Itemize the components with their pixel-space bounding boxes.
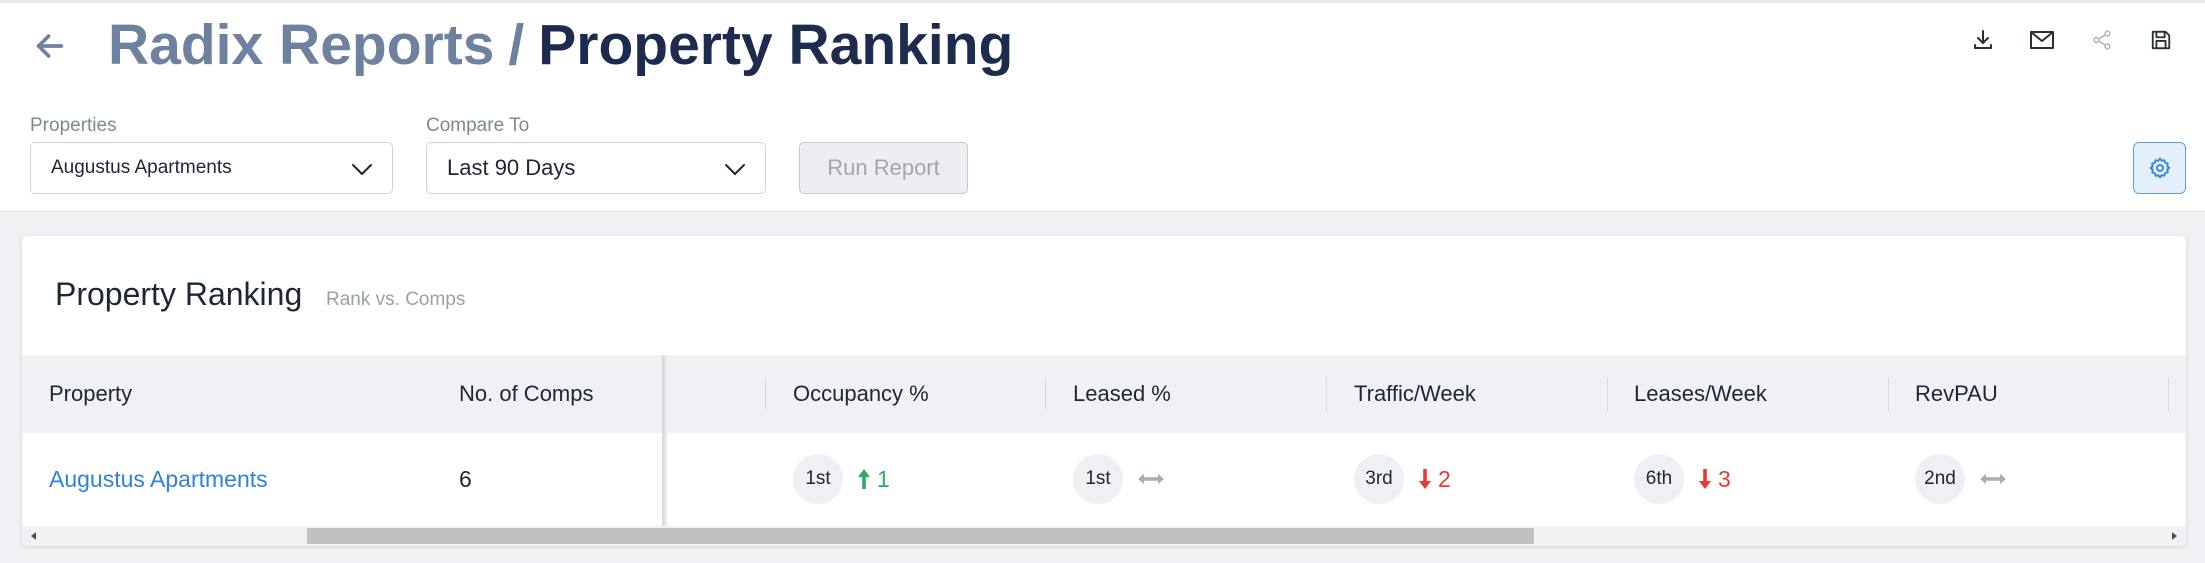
save-icon xyxy=(2151,30,2171,50)
occupancy-rank-cell: 1st 1 xyxy=(793,454,890,504)
share-icon xyxy=(2093,30,2111,50)
column-header-leased[interactable]: Leased % xyxy=(1073,355,1171,433)
rank-change-value: 3 xyxy=(1718,465,1731,492)
save-button[interactable] xyxy=(2141,20,2181,60)
column-header-traffic[interactable]: Traffic/Week xyxy=(1354,355,1476,433)
rank-change: 3 xyxy=(1698,466,1731,493)
download-button[interactable] xyxy=(1963,20,2003,60)
property-ranking-card: Property Ranking Rank vs. Comps Property… xyxy=(22,236,2186,546)
table-header: Property No. of Comps Occupancy % Leased… xyxy=(22,355,2186,433)
breadcrumb-separator: / xyxy=(508,13,525,77)
back-button[interactable] xyxy=(26,22,74,70)
rank-change-value: 2 xyxy=(1438,465,1451,492)
settings-button[interactable] xyxy=(2133,142,2186,194)
arrow-down-icon xyxy=(1419,469,1431,489)
no-change-icon xyxy=(1138,474,1164,484)
chevron-down-icon xyxy=(352,164,372,175)
rank-change xyxy=(1137,472,1171,486)
compare-to-value: Last 90 Days xyxy=(447,155,576,180)
column-divider xyxy=(1607,377,1608,411)
rank-change-value: 1 xyxy=(877,465,890,492)
download-icon xyxy=(1974,30,1992,49)
scroll-right-icon[interactable] xyxy=(2168,530,2180,542)
rank-change: 2 xyxy=(1418,466,1451,493)
table-row: Augustus Apartments 6 1st 1 1st 3rd 2 6t… xyxy=(22,433,2186,526)
column-divider xyxy=(1326,377,1327,411)
column-divider xyxy=(2168,377,2169,411)
column-divider xyxy=(1888,377,1889,411)
gear-icon xyxy=(2149,157,2170,179)
property-link[interactable]: Augustus Apartments xyxy=(49,433,268,526)
share-button[interactable] xyxy=(2082,20,2122,60)
run-report-button[interactable]: Run Report xyxy=(799,142,968,194)
column-header-occupancy[interactable]: Occupancy % xyxy=(793,355,929,433)
properties-select[interactable]: Augustus Apartments xyxy=(30,142,393,194)
card-title: Property Ranking xyxy=(55,276,303,312)
arrow-left-icon xyxy=(36,34,64,58)
rank-badge: 1st xyxy=(793,454,843,504)
column-header-property[interactable]: Property xyxy=(49,355,132,433)
top-bar: Radix Reports / Property Ranking Propertie… xyxy=(0,0,2205,212)
column-header-revpau[interactable]: RevPAU xyxy=(1915,355,1998,433)
breadcrumb-parent[interactable]: Radix Reports xyxy=(108,13,494,77)
column-header-leases[interactable]: Leases/Week xyxy=(1634,355,1767,433)
scrollbar-thumb[interactable] xyxy=(307,528,1534,544)
rank-badge: 6th xyxy=(1634,454,1684,504)
compare-to-label: Compare To xyxy=(426,115,530,136)
chevron-down-icon xyxy=(725,164,745,175)
mail-icon xyxy=(2030,31,2054,49)
revpau-rank-cell: 2nd xyxy=(1915,454,2013,504)
rank-badge: 3rd xyxy=(1354,454,1404,504)
traffic-rank-cell: 3rd 2 xyxy=(1354,454,1451,504)
column-header-comps[interactable]: No. of Comps xyxy=(459,355,594,433)
scroll-left-icon[interactable] xyxy=(28,530,40,542)
horizontal-scrollbar[interactable] xyxy=(22,526,2186,546)
leased-rank-cell: 1st xyxy=(1073,454,1171,504)
card-subtitle: Rank vs. Comps xyxy=(326,289,466,310)
rank-badge: 2nd xyxy=(1915,454,1965,504)
no-change-icon xyxy=(1980,474,2006,484)
page-title: Radix Reports / Property Ranking xyxy=(108,12,1013,78)
rank-badge: 1st xyxy=(1073,454,1123,504)
arrow-up-icon xyxy=(858,469,870,489)
compare-to-select[interactable]: Last 90 Days xyxy=(426,142,766,194)
properties-label: Properties xyxy=(30,115,117,136)
column-divider xyxy=(1045,377,1046,411)
rank-change xyxy=(1979,472,2013,486)
properties-value: Augustus Apartments xyxy=(51,157,232,178)
email-button[interactable] xyxy=(2022,20,2062,60)
comps-count: 6 xyxy=(459,466,472,492)
frozen-column-shadow xyxy=(662,355,667,526)
leases-rank-cell: 6th 3 xyxy=(1634,454,1731,504)
rank-change: 1 xyxy=(857,466,890,493)
column-divider xyxy=(765,377,766,411)
breadcrumb-current: Property Ranking xyxy=(538,13,1014,77)
arrow-down-icon xyxy=(1699,469,1711,489)
